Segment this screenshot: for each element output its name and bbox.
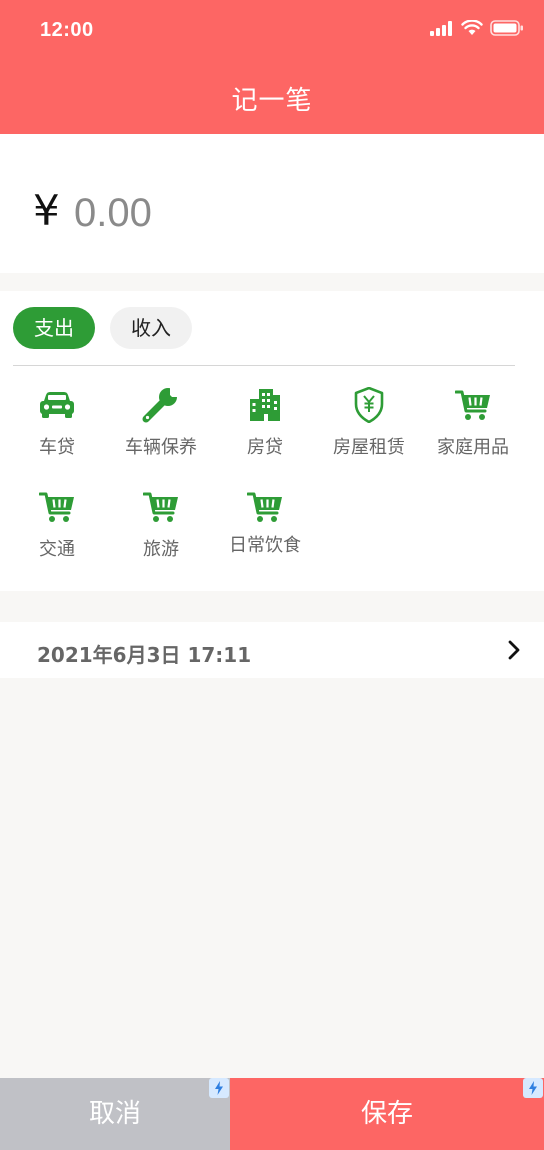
lightning-icon <box>523 1078 543 1098</box>
page-title: 记一笔 <box>231 86 313 116</box>
footer-bar: 取消 保存 <box>0 1078 544 1150</box>
category-item-car-maintenance[interactable]: 车辆保养 <box>109 383 213 471</box>
shield-yen-icon <box>354 387 384 423</box>
category-grid: 车贷 车辆保养 房贷 房屋租赁 家庭用品 交通 旅游 日常饮食 <box>5 383 525 573</box>
category-label: 车辆保养 <box>125 437 197 458</box>
wifi-icon <box>461 20 483 35</box>
chevron-right-icon <box>508 640 520 660</box>
wrench-icon <box>142 387 180 423</box>
tab-expense[interactable]: 支出 <box>13 307 95 349</box>
battery-icon <box>490 20 523 36</box>
building-icon <box>250 389 280 421</box>
status-icons <box>430 20 524 36</box>
app-header: 12:00 记一笔 <box>0 0 544 134</box>
category-label: 车贷 <box>39 437 75 458</box>
signal-icon <box>430 20 452 36</box>
category-item-mortgage[interactable]: 房贷 <box>213 383 317 471</box>
cart-icon <box>455 390 490 420</box>
save-button[interactable]: 保存 <box>230 1078 544 1150</box>
amount-section: ¥ <box>0 134 544 273</box>
divider <box>13 365 515 366</box>
category-label: 日常饮食 <box>229 535 301 556</box>
category-label: 交通 <box>39 539 75 560</box>
category-item-travel[interactable]: 旅游 <box>109 485 213 573</box>
date-picker-row[interactable]: 2021年6月3日 17:11 <box>0 622 544 678</box>
category-label: 房贷 <box>247 437 283 458</box>
date-value: 2021年6月3日 17:11 <box>37 643 252 667</box>
cart-icon <box>247 492 282 522</box>
amount-input[interactable] <box>74 188 374 238</box>
cart-icon <box>143 492 178 522</box>
currency-symbol: ¥ <box>33 186 60 235</box>
category-label: 旅游 <box>143 539 179 560</box>
category-section: 支出 收入 车贷 车辆保养 房贷 房屋租赁 家庭用品 交通 旅游 日常饮食 <box>0 291 544 591</box>
car-icon <box>40 392 74 418</box>
status-bar: 12:00 <box>0 0 544 62</box>
category-item-daily-food[interactable]: 日常饮食 <box>213 485 317 573</box>
status-time: 12:00 <box>40 19 94 41</box>
type-tabs: 支出 收入 <box>13 307 192 349</box>
category-label: 家庭用品 <box>437 437 509 458</box>
category-item-car-loan[interactable]: 车贷 <box>5 383 109 471</box>
category-item-household[interactable]: 家庭用品 <box>421 383 525 471</box>
cart-icon <box>39 492 74 522</box>
category-item-transport[interactable]: 交通 <box>5 485 109 573</box>
cancel-button[interactable]: 取消 <box>0 1078 230 1150</box>
category-label: 房屋租赁 <box>333 437 405 458</box>
lightning-icon <box>209 1078 229 1098</box>
category-item-house-rental[interactable]: 房屋租赁 <box>317 383 421 471</box>
tab-income[interactable]: 收入 <box>110 307 192 349</box>
